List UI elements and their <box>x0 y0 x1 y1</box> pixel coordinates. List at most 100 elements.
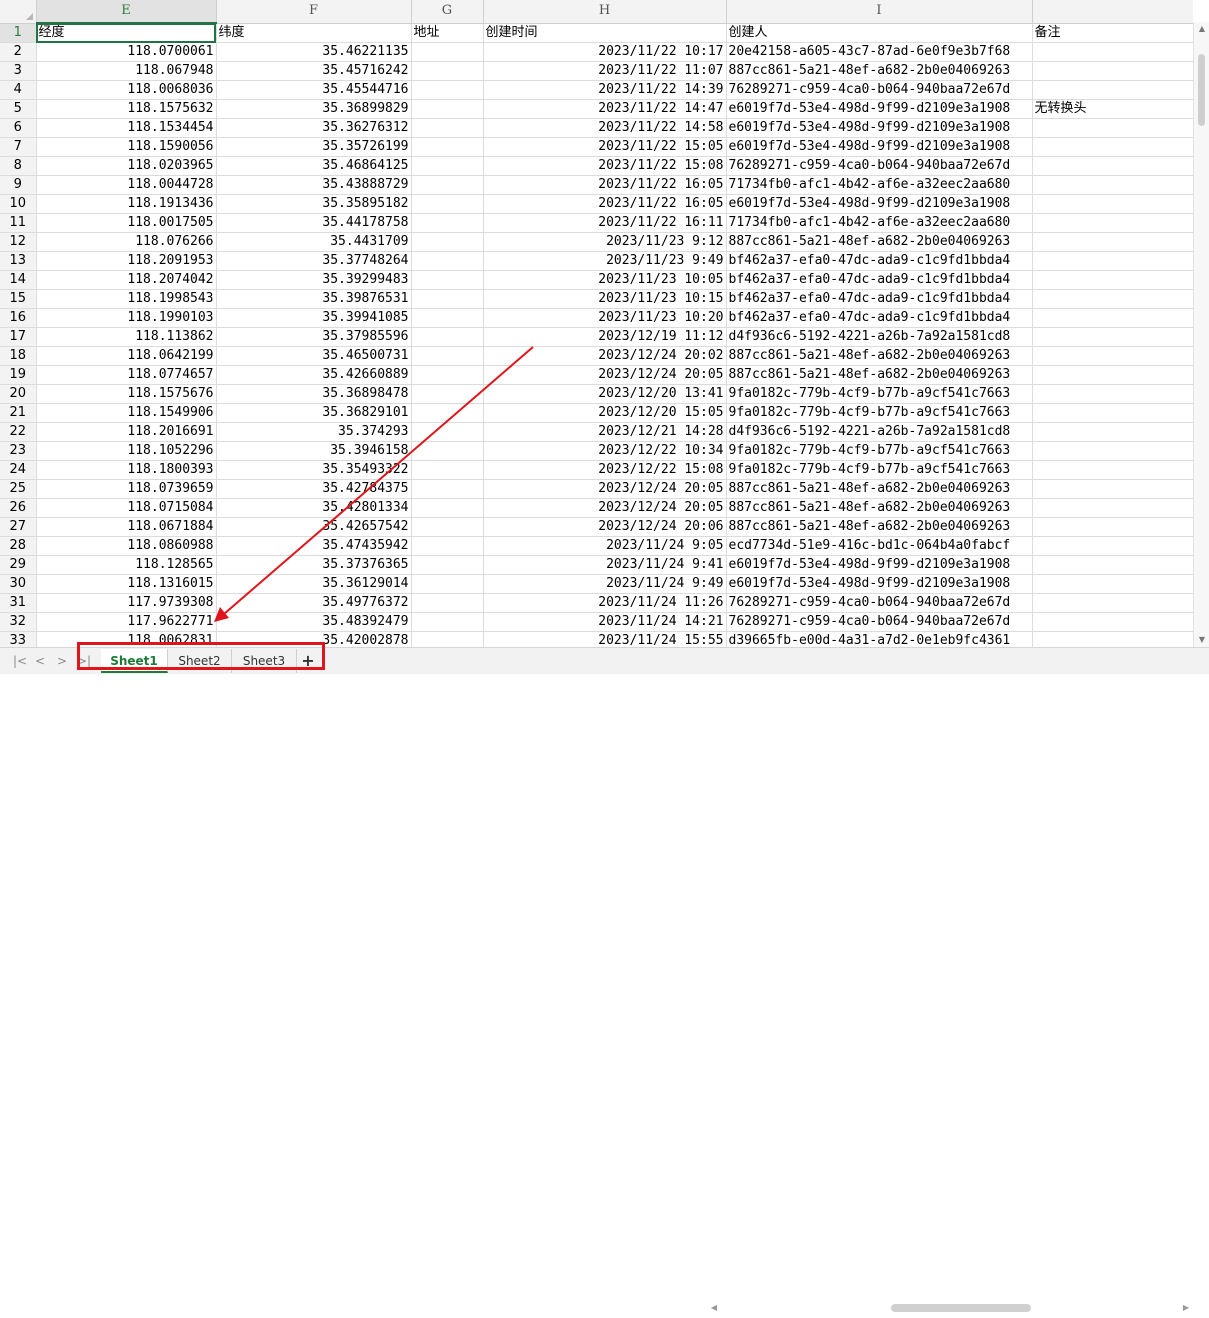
cell-longitude[interactable]: 118.1998543 <box>36 289 217 309</box>
cell-note[interactable] <box>1032 61 1193 81</box>
cell-address[interactable] <box>411 460 484 480</box>
row-number[interactable]: 21 <box>0 403 37 423</box>
cell-latitude[interactable]: 35.46500731 <box>216 346 412 366</box>
cell-note[interactable] <box>1032 403 1193 423</box>
cell-creator[interactable]: 887cc861-5a21-48ef-a682-2b0e04069263 <box>726 365 1033 385</box>
cell-latitude[interactable]: 35.35726199 <box>216 137 412 157</box>
cell-created-time[interactable]: 2023/11/23 9:12 <box>483 232 727 252</box>
cell-latitude[interactable]: 35.36829101 <box>216 403 412 423</box>
cell-note[interactable] <box>1032 460 1193 480</box>
cell-longitude[interactable]: 118.1800393 <box>36 460 217 480</box>
cell-latitude[interactable]: 35.46221135 <box>216 42 412 62</box>
cell-address[interactable] <box>411 99 484 119</box>
cell-address[interactable] <box>411 156 484 176</box>
cell-creator[interactable]: bf462a37-efa0-47dc-ada9-c1c9fd1bbda4 <box>726 270 1033 290</box>
cell-address[interactable] <box>411 384 484 404</box>
cell-latitude[interactable]: 35.47435942 <box>216 536 412 556</box>
cell-created-time[interactable]: 2023/11/23 10:05 <box>483 270 727 290</box>
cell-note[interactable] <box>1032 308 1193 328</box>
cell-created-time[interactable]: 2023/11/23 9:49 <box>483 251 727 271</box>
cell-note[interactable] <box>1032 612 1193 632</box>
row-number[interactable]: 2 <box>0 42 37 62</box>
horizontal-scroll-thumb[interactable] <box>891 1304 1031 1312</box>
cell-creator[interactable]: 20e42158-a605-43c7-87ad-6e0f9e3b7f68 <box>726 42 1033 62</box>
row-number[interactable]: 1 <box>0 23 37 43</box>
header-cell-note[interactable]: 备注 <box>1032 23 1193 43</box>
cell-created-time[interactable]: 2023/11/24 14:21 <box>483 612 727 632</box>
cell-created-time[interactable]: 2023/11/23 10:15 <box>483 289 727 309</box>
cell-latitude[interactable]: 35.36899829 <box>216 99 412 119</box>
cell-longitude[interactable]: 118.0715084 <box>36 498 217 518</box>
cell-created-time[interactable]: 2023/11/22 16:05 <box>483 175 727 195</box>
row-number[interactable]: 28 <box>0 536 37 556</box>
cell-address[interactable] <box>411 498 484 518</box>
cell-note[interactable] <box>1032 289 1193 309</box>
cell-created-time[interactable]: 2023/11/24 9:05 <box>483 536 727 556</box>
cell-address[interactable] <box>411 536 484 556</box>
cell-address[interactable] <box>411 365 484 385</box>
cell-longitude[interactable]: 118.0860988 <box>36 536 217 556</box>
cell-created-time[interactable]: 2023/12/22 15:08 <box>483 460 727 480</box>
cell-note[interactable] <box>1032 479 1193 499</box>
prev-sheet-icon[interactable]: < <box>32 652 48 670</box>
cell-latitude[interactable]: 35.35895182 <box>216 194 412 214</box>
cell-latitude[interactable]: 35.42784375 <box>216 479 412 499</box>
cell-latitude[interactable]: 35.37376365 <box>216 555 412 575</box>
cell-longitude[interactable]: 118.0203965 <box>36 156 217 176</box>
cell-created-time[interactable]: 2023/11/24 9:41 <box>483 555 727 575</box>
cell-created-time[interactable]: 2023/12/20 13:41 <box>483 384 727 404</box>
cell-created-time[interactable]: 2023/11/22 14:39 <box>483 80 727 100</box>
cell-longitude[interactable]: 118.1534454 <box>36 118 217 138</box>
row-number[interactable]: 19 <box>0 365 37 385</box>
cell-creator[interactable]: 9fa0182c-779b-4cf9-b77b-a9cf541c7663 <box>726 403 1033 423</box>
row-number[interactable]: 27 <box>0 517 37 537</box>
cell-created-time[interactable]: 2023/12/22 10:34 <box>483 441 727 461</box>
cell-creator[interactable]: d4f936c6-5192-4221-a26b-7a92a1581cd8 <box>726 422 1033 442</box>
cell-creator[interactable]: 887cc861-5a21-48ef-a682-2b0e04069263 <box>726 232 1033 252</box>
cell-longitude[interactable]: 118.2016691 <box>36 422 217 442</box>
cell-address[interactable] <box>411 80 484 100</box>
cell-latitude[interactable]: 35.39299483 <box>216 270 412 290</box>
cell-note[interactable] <box>1032 365 1193 385</box>
row-number[interactable]: 25 <box>0 479 37 499</box>
cell-creator[interactable]: e6019f7d-53e4-498d-9f99-d2109e3a1908 <box>726 574 1033 594</box>
cell-address[interactable] <box>411 137 484 157</box>
cell-longitude[interactable]: 118.1575632 <box>36 99 217 119</box>
cell-table[interactable]: E F G H I 1 经度 纬度 地址 创建时间 创建人 备注 2 118.07… <box>0 0 1193 647</box>
row-number[interactable]: 5 <box>0 99 37 119</box>
cell-creator[interactable]: 887cc861-5a21-48ef-a682-2b0e04069263 <box>726 517 1033 537</box>
cell-creator[interactable]: bf462a37-efa0-47dc-ada9-c1c9fd1bbda4 <box>726 251 1033 271</box>
cell-address[interactable] <box>411 612 484 632</box>
cell-created-time[interactable]: 2023/12/24 20:05 <box>483 479 727 499</box>
cell-note[interactable] <box>1032 80 1193 100</box>
row-number[interactable]: 20 <box>0 384 37 404</box>
cell-latitude[interactable]: 35.42801334 <box>216 498 412 518</box>
spreadsheet-grid[interactable]: E F G H I 1 经度 纬度 地址 创建时间 创建人 备注 2 118.07… <box>0 0 1193 647</box>
row-number[interactable]: 32 <box>0 612 37 632</box>
row-number[interactable]: 4 <box>0 80 37 100</box>
cell-note[interactable] <box>1032 42 1193 62</box>
cell-address[interactable] <box>411 327 484 347</box>
row-number[interactable]: 14 <box>0 270 37 290</box>
cell-address[interactable] <box>411 403 484 423</box>
cell-creator[interactable]: e6019f7d-53e4-498d-9f99-d2109e3a1908 <box>726 194 1033 214</box>
scroll-up-icon[interactable]: ▲ <box>1194 22 1209 36</box>
cell-longitude[interactable]: 118.113862 <box>36 327 217 347</box>
column-header-j[interactable] <box>1032 0 1193 24</box>
cell-note[interactable] <box>1032 631 1193 647</box>
cell-creator[interactable]: bf462a37-efa0-47dc-ada9-c1c9fd1bbda4 <box>726 289 1033 309</box>
cell-creator[interactable]: d4f936c6-5192-4221-a26b-7a92a1581cd8 <box>726 327 1033 347</box>
column-header-g[interactable]: G <box>411 0 484 24</box>
cell-longitude[interactable]: 118.0700061 <box>36 42 217 62</box>
cell-note[interactable] <box>1032 593 1193 613</box>
cell-longitude[interactable]: 117.9739308 <box>36 593 217 613</box>
row-number[interactable]: 26 <box>0 498 37 518</box>
cell-created-time[interactable]: 2023/12/21 14:28 <box>483 422 727 442</box>
cell-created-time[interactable]: 2023/11/22 14:58 <box>483 118 727 138</box>
cell-created-time[interactable]: 2023/11/22 10:17 <box>483 42 727 62</box>
cell-longitude[interactable]: 118.1549906 <box>36 403 217 423</box>
cell-note[interactable] <box>1032 118 1193 138</box>
cell-creator[interactable]: ecd7734d-51e9-416c-bd1c-064b4a0fabcf <box>726 536 1033 556</box>
cell-note[interactable] <box>1032 422 1193 442</box>
cell-created-time[interactable]: 2023/11/24 15:55 <box>483 631 727 647</box>
